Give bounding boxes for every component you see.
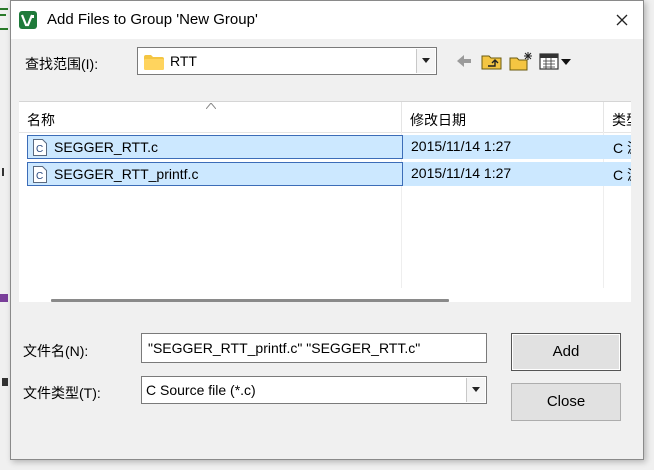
c-file-icon: C xyxy=(33,166,47,183)
filename-input[interactable]: "SEGGER_RTT_printf.c" "SEGGER_RTT.c" xyxy=(141,333,487,363)
column-name-label: 名称 xyxy=(27,112,55,128)
file-name-cell[interactable]: C SEGGER_RTT.c xyxy=(27,135,403,159)
chevron-down-icon xyxy=(472,387,480,392)
dialog-title: Add Files to Group 'New Group' xyxy=(47,11,258,28)
file-type: C 源 xyxy=(613,140,631,156)
file-type: C 源 xyxy=(613,167,631,183)
svg-text:C: C xyxy=(36,144,43,155)
new-folder-icon[interactable] xyxy=(509,51,533,71)
chevron-down-icon xyxy=(422,58,430,63)
file-list-header: 名称 修改日期 类型 xyxy=(19,102,631,133)
c-file-icon: C xyxy=(33,139,47,156)
file-date: 2015/11/14 1:27 xyxy=(411,165,512,181)
file-details[interactable]: 2015/11/14 1:27 C 源 xyxy=(403,162,631,186)
filename-value: "SEGGER_RTT_printf.c" "SEGGER_RTT.c" xyxy=(148,340,421,356)
file-row[interactable]: C SEGGER_RTT_printf.c 2015/11/14 1:27 C … xyxy=(27,162,631,186)
filetype-dropdown[interactable]: C Source file (*.c) xyxy=(141,376,487,404)
svg-text:C: C xyxy=(36,171,43,182)
sort-up-icon xyxy=(206,103,216,109)
up-folder-icon[interactable] xyxy=(481,51,503,71)
column-header-type[interactable]: 类型 xyxy=(604,102,631,132)
look-in-label: 查找范围(I): xyxy=(25,56,99,72)
back-arrow-icon[interactable] xyxy=(455,51,473,71)
keil-app-icon xyxy=(19,11,37,29)
title-bar[interactable]: Add Files to Group 'New Group' xyxy=(11,1,643,39)
view-menu-icon[interactable] xyxy=(539,51,573,71)
file-name-cell[interactable]: C SEGGER_RTT_printf.c xyxy=(27,162,403,186)
column-header-date[interactable]: 修改日期 xyxy=(402,102,604,132)
filename-label: 文件名(N): xyxy=(23,343,89,359)
folder-icon xyxy=(144,55,164,70)
file-details[interactable]: 2015/11/14 1:27 C 源 xyxy=(403,135,631,159)
close-window-button[interactable] xyxy=(609,7,635,33)
column-header-name[interactable]: 名称 xyxy=(19,102,402,132)
add-button[interactable]: Add xyxy=(511,333,621,371)
look-in-dropdown[interactable]: RTT xyxy=(137,47,437,75)
filetype-dropdown-button[interactable] xyxy=(466,378,485,402)
close-button[interactable]: Close xyxy=(511,383,621,421)
close-icon xyxy=(616,14,628,26)
file-name: SEGGER_RTT.c xyxy=(54,139,158,155)
column-date-label: 修改日期 xyxy=(410,112,466,128)
file-name: SEGGER_RTT_printf.c xyxy=(54,166,199,182)
file-date: 2015/11/14 1:27 xyxy=(411,138,512,154)
look-in-dropdown-button[interactable] xyxy=(416,49,435,73)
file-list[interactable]: 名称 修改日期 类型 C SEGGER_RTT.c 2015/11/14 1:2… xyxy=(19,101,631,302)
add-files-dialog: Add Files to Group 'New Group' 查找范围(I): … xyxy=(10,0,644,460)
column-type-label: 类型 xyxy=(612,112,631,128)
filetype-value: C Source file (*.c) xyxy=(146,382,256,398)
file-row[interactable]: C SEGGER_RTT.c 2015/11/14 1:27 C 源 xyxy=(27,135,631,159)
horizontal-scrollbar[interactable] xyxy=(51,299,449,302)
look-in-value: RTT xyxy=(170,53,197,69)
filetype-label: 文件类型(T): xyxy=(23,385,101,401)
